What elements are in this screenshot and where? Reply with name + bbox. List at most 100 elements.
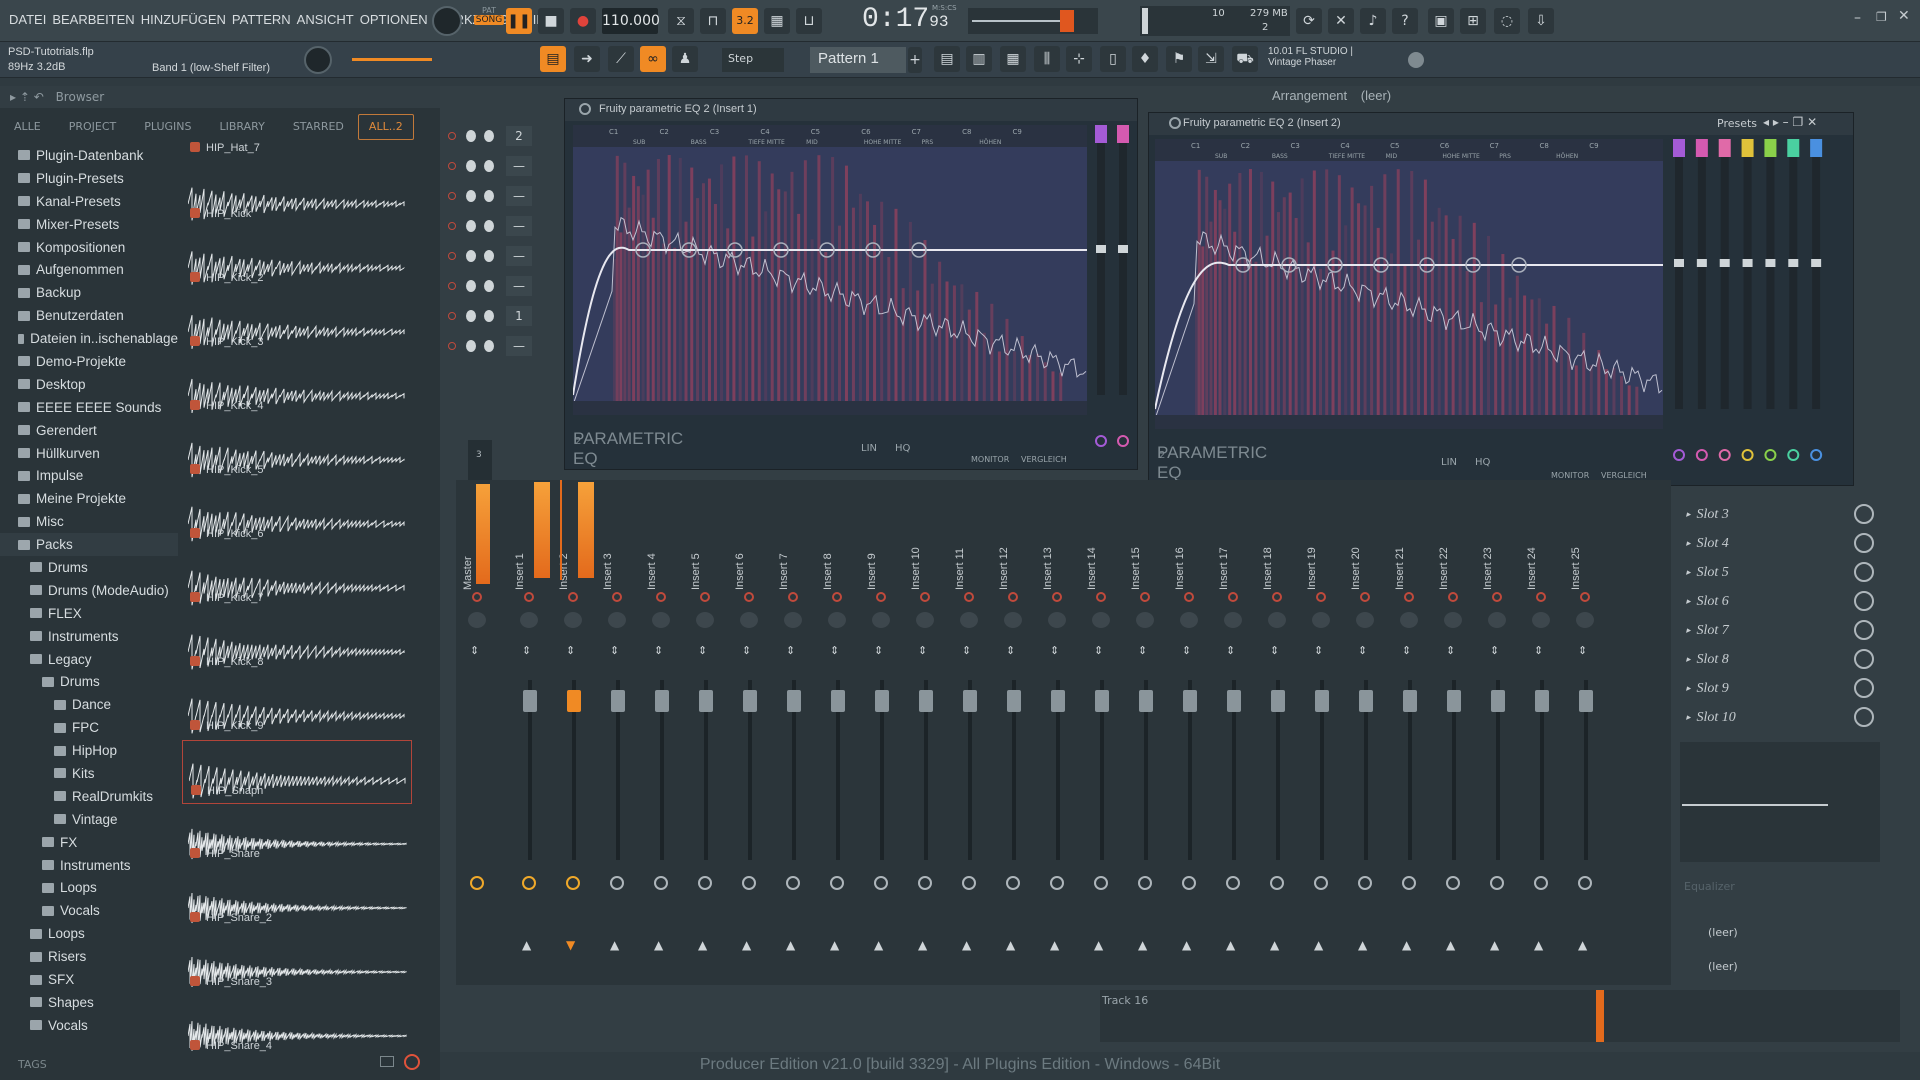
channel-vol-knob[interactable] bbox=[484, 160, 494, 172]
channel-route[interactable]: — bbox=[506, 276, 532, 296]
snap-mode-select[interactable]: Step bbox=[722, 48, 784, 72]
mixer-fx-toggle[interactable] bbox=[1314, 876, 1328, 890]
mixer-route-icon[interactable]: ▲ bbox=[1182, 938, 1191, 952]
band-freq-knob[interactable] bbox=[1117, 435, 1129, 447]
cart-icon[interactable]: ⛟ bbox=[1232, 46, 1258, 72]
mixer-send-led[interactable] bbox=[524, 592, 534, 602]
mixer-route-icon[interactable]: ▲ bbox=[610, 938, 619, 952]
mixer-pan-knob[interactable] bbox=[520, 612, 538, 628]
mixer-stereo-icon[interactable]: ⇕ bbox=[1138, 644, 1147, 657]
browser-tree-item[interactable]: Kanal-Presets bbox=[0, 190, 178, 213]
sample-item[interactable]: HIP_Kick_2 bbox=[182, 228, 412, 292]
mixer-stereo-icon[interactable]: ⇕ bbox=[1534, 644, 1543, 657]
plugin-picker-icon[interactable]: ⊹ bbox=[1066, 46, 1092, 72]
stamp-icon[interactable]: ♟ bbox=[672, 46, 698, 72]
mixer-pan-knob[interactable] bbox=[916, 612, 934, 628]
band-gain-handle[interactable] bbox=[1096, 245, 1106, 253]
band-gain-fader[interactable] bbox=[1097, 135, 1105, 395]
mixer-stereo-icon[interactable]: ⇕ bbox=[610, 644, 619, 657]
mixer-strip[interactable]: Insert 4 ⇕ ▲ bbox=[640, 480, 684, 985]
mixer-send-led[interactable] bbox=[1052, 592, 1062, 602]
slot-mix-knob[interactable] bbox=[1854, 562, 1874, 582]
band-freq-knob[interactable] bbox=[1741, 449, 1754, 461]
mixer-fader-handle[interactable] bbox=[1271, 690, 1285, 712]
menu-item[interactable]: PATTERN bbox=[229, 12, 294, 27]
browser-tab[interactable]: PROJECT bbox=[55, 114, 131, 140]
mixer-strip[interactable]: Insert 23 ⇕ ▲ bbox=[1476, 480, 1520, 985]
mixer-fader-handle[interactable] bbox=[1535, 690, 1549, 712]
channel-pan-knob[interactable] bbox=[466, 280, 476, 292]
mixer-send-led[interactable] bbox=[876, 592, 886, 602]
mixer-route-icon[interactable]: ▲ bbox=[1358, 938, 1367, 952]
channel-pan-knob[interactable] bbox=[466, 310, 476, 322]
band-gain-fader[interactable] bbox=[1743, 149, 1752, 409]
mixer-fx-toggle[interactable] bbox=[1006, 876, 1020, 890]
mixer-send-led[interactable] bbox=[1404, 592, 1414, 602]
mixer-pan-knob[interactable] bbox=[1444, 612, 1462, 628]
browser-tree-item[interactable]: Kits bbox=[0, 762, 178, 785]
mixer-pan-knob[interactable] bbox=[1532, 612, 1550, 628]
channel-rack-icon[interactable]: ▦ bbox=[1000, 46, 1026, 72]
mixer-stereo-icon[interactable]: ⇕ bbox=[566, 644, 575, 657]
playlist-view-icon[interactable]: ▤ bbox=[934, 46, 960, 72]
mixer-send-led[interactable] bbox=[1008, 592, 1018, 602]
news-globe-icon[interactable] bbox=[1408, 52, 1424, 68]
close-icon[interactable]: ✕ bbox=[1898, 8, 1910, 24]
browser-tree-item[interactable]: Dateien in..ischenablage bbox=[0, 327, 178, 350]
mixer-stereo-icon[interactable]: ⇕ bbox=[1490, 644, 1499, 657]
mixer-stereo-icon[interactable]: ⇕ bbox=[1358, 644, 1367, 657]
mixer-fx-toggle[interactable] bbox=[830, 876, 844, 890]
band-type-icon[interactable] bbox=[1764, 139, 1777, 157]
eq1-monitor-label[interactable]: MONITOR bbox=[971, 455, 1009, 464]
snap-icon[interactable]: ➜ bbox=[574, 46, 600, 72]
channel-row[interactable]: — bbox=[444, 274, 560, 300]
expand-arrow-icon[interactable]: ▸ bbox=[1686, 625, 1691, 636]
band-gain-handle[interactable] bbox=[1118, 245, 1128, 253]
menu-item[interactable]: BEARBEITEN bbox=[49, 12, 137, 27]
mixer-strip[interactable]: Insert 6 ⇕ ▲ bbox=[728, 480, 772, 985]
mixer-fader-handle[interactable] bbox=[919, 690, 933, 712]
mixer-pan-knob[interactable] bbox=[1268, 612, 1286, 628]
band-type-icon[interactable] bbox=[1095, 125, 1107, 143]
mixer-send-led[interactable] bbox=[744, 592, 754, 602]
band-gain-handle[interactable] bbox=[1788, 259, 1799, 267]
eq2-presets-label[interactable]: Presets bbox=[1717, 117, 1757, 130]
expand-arrow-icon[interactable]: ▸ bbox=[1686, 538, 1691, 549]
mixer-send-led[interactable] bbox=[1184, 592, 1194, 602]
mixer-fx-toggle[interactable] bbox=[1094, 876, 1108, 890]
channel-pan-knob[interactable] bbox=[466, 220, 476, 232]
mixer-fx-toggle[interactable] bbox=[1226, 876, 1240, 890]
browser-tree-item[interactable]: Risers bbox=[0, 945, 178, 968]
mixer-stereo-icon[interactable]: ⇕ bbox=[918, 644, 927, 657]
band-type-icon[interactable] bbox=[1718, 139, 1731, 157]
channel-row[interactable]: — bbox=[444, 184, 560, 210]
channel-row[interactable]: 2 bbox=[444, 124, 560, 150]
mixer-strip[interactable]: Insert 24 ⇕ ▲ bbox=[1520, 480, 1564, 985]
browser-tree-item[interactable]: Benutzerdaten bbox=[0, 304, 178, 327]
channel-vol-knob[interactable] bbox=[484, 280, 494, 292]
mixer-route-icon[interactable]: ▲ bbox=[786, 938, 795, 952]
tuner-icon[interactable]: ⚑ bbox=[1166, 46, 1192, 72]
eq1-band-controls[interactable] bbox=[1089, 125, 1137, 465]
mixer-pan-knob[interactable] bbox=[1400, 612, 1418, 628]
browser-tree-item[interactable]: Instruments bbox=[0, 854, 178, 877]
band-freq-knob[interactable] bbox=[1095, 435, 1107, 447]
mixer-pan-knob[interactable] bbox=[1224, 612, 1242, 628]
mixer-send-led[interactable] bbox=[1580, 592, 1590, 602]
record-button[interactable]: ● bbox=[570, 8, 596, 34]
browser-tree-item[interactable]: Meine Projekte bbox=[0, 487, 178, 510]
mixer-fader-handle[interactable] bbox=[523, 690, 537, 712]
mixer-route-icon[interactable]: ▼ bbox=[566, 938, 575, 952]
band-type-icon[interactable] bbox=[1695, 139, 1708, 157]
eq2-monitor-label[interactable]: MONITOR bbox=[1551, 471, 1589, 480]
browser-tree-item[interactable]: Aufgenommen bbox=[0, 258, 178, 281]
browser-tree-item[interactable]: Dance bbox=[0, 693, 178, 716]
mixer-fx-toggle[interactable] bbox=[1270, 876, 1284, 890]
help-icon[interactable]: ? bbox=[1392, 8, 1418, 34]
mixer-route-icon[interactable]: ▲ bbox=[1050, 938, 1059, 952]
mixer-icon[interactable]: ⫼ bbox=[1034, 46, 1060, 72]
band-freq-knob[interactable] bbox=[1787, 449, 1800, 461]
mixer-stereo-icon[interactable]: ⇕ bbox=[1402, 644, 1411, 657]
mixer-stereo-icon[interactable]: ⇕ bbox=[1006, 644, 1015, 657]
mixer-send-led[interactable] bbox=[1272, 592, 1282, 602]
